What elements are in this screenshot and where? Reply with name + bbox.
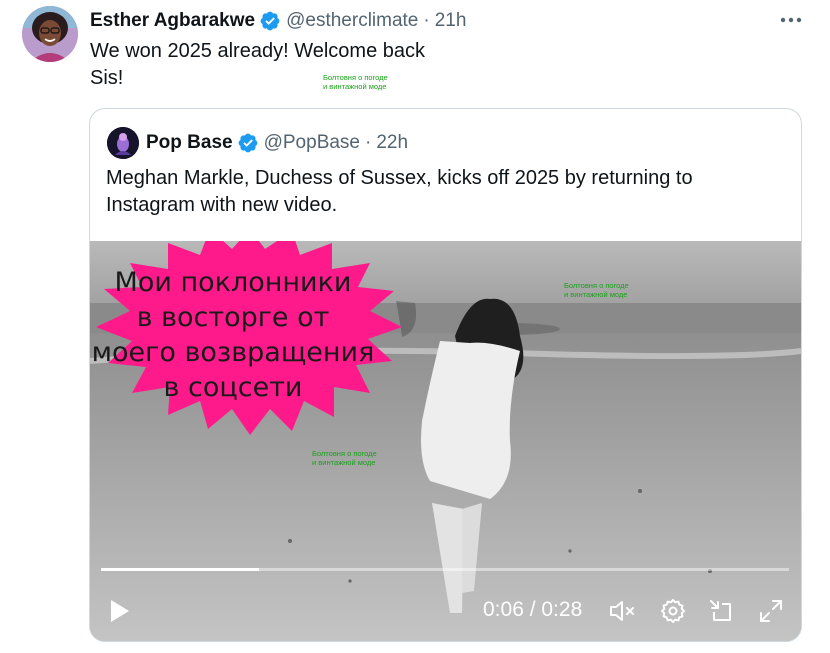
quote-author-name[interactable]: Pop Base xyxy=(146,132,233,154)
video-progress-bar[interactable] xyxy=(101,568,789,571)
tweet-text-line-1: We won 2025 already! Welcome back xyxy=(90,40,425,62)
tweet-time[interactable]: 21h xyxy=(435,10,467,32)
exit-icon[interactable] xyxy=(708,598,734,629)
quote-author-row: Pop Base @PopBase · 22h xyxy=(146,130,408,156)
mute-icon[interactable] xyxy=(609,599,637,628)
sticker-caption: Мои поклонники в восторге от моего возвр… xyxy=(90,265,398,405)
play-icon[interactable] xyxy=(108,598,132,629)
avatar-esther[interactable] xyxy=(22,6,78,62)
quote-text: Meghan Markle, Duchess of Sussex, kicks … xyxy=(106,165,786,219)
watermark: Болтовня о погоде и винтажной моде xyxy=(564,281,629,299)
separator-dot: · xyxy=(423,10,430,31)
sticker-caption-line-4: в соцсети xyxy=(163,372,303,403)
video-time-readout: 0:06 / 0:28 xyxy=(483,598,583,621)
tweet-text-line-2: Sis! xyxy=(90,67,124,89)
author-name[interactable]: Esther Agbarakwe xyxy=(90,10,255,32)
author-handle[interactable]: @estherclimate xyxy=(286,10,418,32)
verified-badge-icon[interactable] xyxy=(237,132,259,154)
sticker-caption-line-1: Мои поклонники xyxy=(114,267,352,298)
video-player[interactable]: Мои поклонники в восторге от моего возвр… xyxy=(90,241,801,641)
settings-icon[interactable] xyxy=(660,598,686,629)
watermark: Болтовня о погоде и винтажной моде xyxy=(312,449,377,467)
avatar-popbase[interactable] xyxy=(107,127,139,159)
sticker-caption-line-2: в восторге от xyxy=(136,302,330,333)
quote-text-line-1: Meghan Markle, Duchess of Sussex, kicks … xyxy=(106,167,693,189)
quote-text-line-2: Instagram with new video. xyxy=(106,194,338,216)
quote-time[interactable]: 22h xyxy=(376,132,408,154)
video-progress-fill xyxy=(101,568,260,571)
watermark: Болтовня о погоде и винтажной моде xyxy=(323,73,388,91)
sticker-caption-line-3: моего возвращения xyxy=(91,337,375,368)
more-icon[interactable] xyxy=(778,10,804,30)
separator-dot: · xyxy=(365,132,372,153)
tweet-author-row: Esther Agbarakwe @estherclimate · 21h xyxy=(90,8,466,34)
fullscreen-icon[interactable] xyxy=(758,598,784,629)
quoted-tweet[interactable]: Pop Base @PopBase · 22h Meghan Markle, D… xyxy=(89,108,802,642)
verified-badge-icon[interactable] xyxy=(259,10,281,32)
tweet-text: We won 2025 already! Welcome back Sis! xyxy=(90,38,460,92)
quote-author-handle[interactable]: @PopBase xyxy=(264,132,360,154)
